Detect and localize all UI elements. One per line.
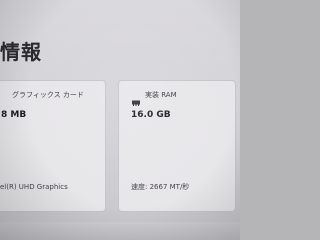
graphics-card-name: el(R) UHD Graphics (0, 183, 68, 191)
installed-ram-value: 16.0 GB (131, 110, 171, 120)
installed-ram-label: 実装 RAM (145, 91, 177, 99)
memory-icon (132, 91, 140, 106)
section-title: 情報 (0, 40, 42, 64)
settings-screen: 情報 グラフィックス カード 8 MB el(R) UHD Graphics 実… (0, 0, 240, 240)
graphics-card-memory-value: 8 MB (1, 110, 27, 120)
graphics-card-label: グラフィックス カード (12, 91, 84, 99)
ram-speed: 速度: 2667 MT/秒 (131, 183, 190, 191)
installed-ram-tile: 実装 RAM 16.0 GB 速度: 2667 MT/秒 (118, 80, 236, 212)
graphics-card-tile: グラフィックス カード 8 MB el(R) UHD Graphics (0, 80, 106, 212)
bottom-area (0, 222, 240, 240)
